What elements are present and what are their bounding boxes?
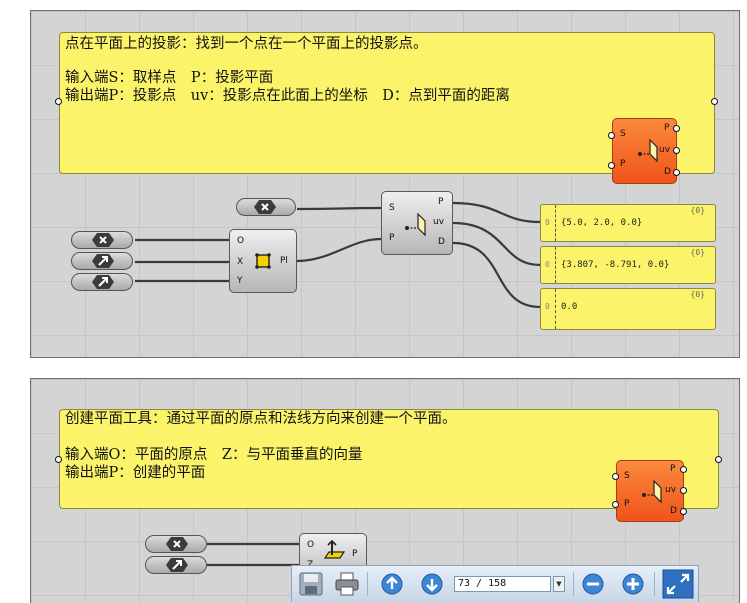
value-panel-point[interactable]: {0} 0 {5.0, 2.0, 0.0} (540, 204, 716, 242)
origin-param[interactable] (71, 231, 133, 249)
arrow-icon (92, 275, 114, 289)
output-p-label: P (438, 197, 444, 207)
index-divider (555, 289, 556, 329)
branch-path: {0} (690, 206, 705, 215)
branch-path: {0} (690, 248, 705, 257)
arrow-icon (92, 254, 114, 268)
fit-page-icon[interactable] (662, 569, 694, 599)
z-vector-param[interactable] (145, 556, 207, 574)
panel-value: 0.0 (561, 302, 578, 312)
output-d-label: D (438, 237, 445, 247)
page-up-icon[interactable] (378, 571, 406, 597)
value-panel-uv[interactable]: {0} 0 {3.807, -8.791, 0.0} (540, 246, 716, 284)
index-divider (555, 205, 556, 241)
output-p-label: P (352, 549, 358, 559)
input-p-label: P (389, 233, 395, 243)
output-pl-label: Pl (280, 256, 288, 266)
input-x-label: X (237, 257, 244, 267)
panel-value: {3.807, -8.791, 0.0} (561, 260, 670, 270)
page-down-icon[interactable] (418, 571, 446, 597)
canvas-top[interactable]: 点在平面上的投影：找到一个点在一个平面上的投影点。 输入端S：取样点 P：投影平… (30, 10, 740, 358)
construct-plane-component[interactable]: O X Y Pl (229, 229, 297, 293)
toolbar-separator (573, 572, 574, 596)
x-icon (254, 200, 276, 214)
print-icon[interactable] (333, 571, 361, 597)
toolbar-separator (654, 572, 655, 596)
branch-path: {0} (690, 290, 705, 299)
item-index: 0 (545, 260, 550, 269)
input-y-label: Y (237, 276, 243, 286)
point-param[interactable] (236, 198, 296, 216)
page-dropdown-chevron-icon[interactable]: ▼ (553, 576, 565, 592)
arrow-icon (166, 558, 188, 572)
page-number-input[interactable]: 73 / 158 (454, 576, 551, 592)
x-icon (166, 537, 188, 551)
panel-value: {5.0, 2.0, 0.0} (561, 218, 643, 228)
x-icon (92, 233, 114, 247)
value-panel-distance[interactable]: {0} 0 0.0 (540, 288, 716, 330)
item-index: 0 (545, 302, 550, 311)
toolbar-separator (367, 572, 368, 596)
y-axis-vector-param[interactable] (71, 273, 133, 291)
input-s-label: S (389, 203, 395, 213)
item-index: 0 (545, 218, 550, 227)
plane-normal-icon (323, 540, 346, 559)
origin-param[interactable] (145, 535, 207, 553)
pdf-toolbar: 73 / 158 ▼ (291, 565, 699, 602)
zoom-in-icon[interactable] (619, 571, 647, 597)
index-divider (555, 247, 556, 283)
plane-icon (255, 253, 271, 269)
output-uv-label: uv (433, 217, 445, 227)
x-axis-vector-param[interactable] (71, 252, 133, 270)
input-o-label: O (307, 540, 315, 550)
project-point-icon (405, 212, 426, 237)
zoom-out-icon[interactable] (579, 571, 607, 597)
save-icon[interactable] (297, 571, 325, 597)
project-point-component[interactable]: S P P uv D (381, 191, 453, 255)
input-o-label: O (237, 236, 245, 246)
